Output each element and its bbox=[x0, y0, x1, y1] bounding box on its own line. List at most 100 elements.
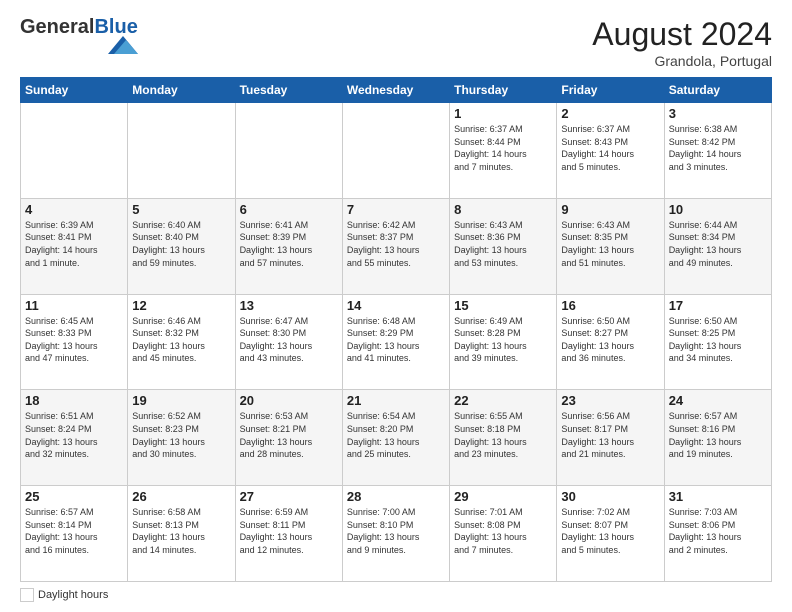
weekday-header-tuesday: Tuesday bbox=[235, 78, 342, 103]
calendar-cell bbox=[21, 103, 128, 199]
day-number: 28 bbox=[347, 489, 445, 504]
location: Grandola, Portugal bbox=[592, 53, 772, 69]
day-number: 6 bbox=[240, 202, 338, 217]
week-row-4: 18Sunrise: 6:51 AMSunset: 8:24 PMDayligh… bbox=[21, 390, 772, 486]
calendar-cell: 20 Sunrise: 6:53 AMSunset: 8:21 PMDayligh… bbox=[235, 390, 342, 486]
weekday-header-sunday: Sunday bbox=[21, 78, 128, 103]
week-row-2: 4 Sunrise: 6:39 AMSunset: 8:41 PMDaylight… bbox=[21, 198, 772, 294]
calendar-cell bbox=[128, 103, 235, 199]
day-number: 5 bbox=[132, 202, 230, 217]
day-number: 9 bbox=[561, 202, 659, 217]
legend-white-box bbox=[20, 588, 34, 602]
weekday-header-monday: Monday bbox=[128, 78, 235, 103]
calendar-cell: 10Sunrise: 6:44 AMSunset: 8:34 PMDayligh… bbox=[664, 198, 771, 294]
calendar-cell: 5 Sunrise: 6:40 AMSunset: 8:40 PMDaylight… bbox=[128, 198, 235, 294]
day-number: 2 bbox=[561, 106, 659, 121]
day-info: Sunrise: 7:00 AMSunset: 8:10 PMDaylight:… bbox=[347, 506, 445, 556]
day-info: Sunrise: 6:54 AMSunset: 8:20 PMDaylight:… bbox=[347, 410, 445, 460]
calendar-cell: 17Sunrise: 6:50 AMSunset: 8:25 PMDayligh… bbox=[664, 294, 771, 390]
day-info: Sunrise: 6:37 AMSunset: 8:44 PMDaylight:… bbox=[454, 123, 552, 173]
legend: Daylight hours bbox=[20, 588, 772, 602]
day-number: 16 bbox=[561, 298, 659, 313]
calendar-cell: 12Sunrise: 6:46 AMSunset: 8:32 PMDayligh… bbox=[128, 294, 235, 390]
day-number: 4 bbox=[25, 202, 123, 217]
day-number: 27 bbox=[240, 489, 338, 504]
calendar-cell: 11Sunrise: 6:45 AMSunset: 8:33 PMDayligh… bbox=[21, 294, 128, 390]
page: GeneralBlue August 2024 Grandola, Portug… bbox=[0, 0, 792, 612]
day-info: Sunrise: 6:56 AMSunset: 8:17 PMDaylight:… bbox=[561, 410, 659, 460]
calendar-cell: 2Sunrise: 6:37 AMSunset: 8:43 PMDaylight… bbox=[557, 103, 664, 199]
calendar-cell: 8Sunrise: 6:43 AMSunset: 8:36 PMDaylight… bbox=[450, 198, 557, 294]
day-info: Sunrise: 6:53 AMSunset: 8:21 PMDaylight:… bbox=[240, 410, 338, 460]
calendar-cell: 15Sunrise: 6:49 AMSunset: 8:28 PMDayligh… bbox=[450, 294, 557, 390]
day-info: Sunrise: 6:46 AMSunset: 8:32 PMDaylight:… bbox=[132, 315, 230, 365]
calendar-cell: 9 Sunrise: 6:43 AMSunset: 8:35 PMDaylight… bbox=[557, 198, 664, 294]
day-number: 7 bbox=[347, 202, 445, 217]
day-number: 13 bbox=[240, 298, 338, 313]
calendar-cell: 28 Sunrise: 7:00 AMSunset: 8:10 PMDayligh… bbox=[342, 486, 449, 582]
week-row-1: 1 Sunrise: 6:37 AMSunset: 8:44 PMDaylight… bbox=[21, 103, 772, 199]
day-info: Sunrise: 6:55 AMSunset: 8:18 PMDaylight:… bbox=[454, 410, 552, 460]
calendar-cell: 19Sunrise: 6:52 AMSunset: 8:23 PMDayligh… bbox=[128, 390, 235, 486]
calendar-cell: 31Sunrise: 7:03 AMSunset: 8:06 PMDayligh… bbox=[664, 486, 771, 582]
calendar-cell: 14 Sunrise: 6:48 AMSunset: 8:29 PMDayligh… bbox=[342, 294, 449, 390]
month-year: August 2024 bbox=[592, 16, 772, 53]
calendar-cell: 25 Sunrise: 6:57 AMSunset: 8:14 PMDayligh… bbox=[21, 486, 128, 582]
calendar-cell: 7 Sunrise: 6:42 AMSunset: 8:37 PMDaylight… bbox=[342, 198, 449, 294]
logo-icon bbox=[108, 36, 138, 54]
day-info: Sunrise: 6:48 AMSunset: 8:29 PMDaylight:… bbox=[347, 315, 445, 365]
day-info: Sunrise: 6:50 AMSunset: 8:27 PMDaylight:… bbox=[561, 315, 659, 365]
calendar-cell: 16 Sunrise: 6:50 AMSunset: 8:27 PMDayligh… bbox=[557, 294, 664, 390]
day-number: 24 bbox=[669, 393, 767, 408]
weekday-header-row: SundayMondayTuesdayWednesdayThursdayFrid… bbox=[21, 78, 772, 103]
calendar-cell: 26 Sunrise: 6:58 AMSunset: 8:13 PMDayligh… bbox=[128, 486, 235, 582]
calendar-table: SundayMondayTuesdayWednesdayThursdayFrid… bbox=[20, 77, 772, 582]
day-number: 31 bbox=[669, 489, 767, 504]
title-area: August 2024 Grandola, Portugal bbox=[592, 16, 772, 69]
day-info: Sunrise: 6:44 AMSunset: 8:34 PMDaylight:… bbox=[669, 219, 767, 269]
day-info: Sunrise: 6:41 AMSunset: 8:39 PMDaylight:… bbox=[240, 219, 338, 269]
logo-text: GeneralBlue bbox=[20, 16, 138, 38]
calendar-cell: 4 Sunrise: 6:39 AMSunset: 8:41 PMDaylight… bbox=[21, 198, 128, 294]
calendar-cell bbox=[342, 103, 449, 199]
day-number: 15 bbox=[454, 298, 552, 313]
calendar-cell: 21 Sunrise: 6:54 AMSunset: 8:20 PMDayligh… bbox=[342, 390, 449, 486]
day-number: 3 bbox=[669, 106, 767, 121]
weekday-header-saturday: Saturday bbox=[664, 78, 771, 103]
calendar-cell: 13Sunrise: 6:47 AMSunset: 8:30 PMDayligh… bbox=[235, 294, 342, 390]
day-number: 22 bbox=[454, 393, 552, 408]
day-number: 1 bbox=[454, 106, 552, 121]
week-row-5: 25 Sunrise: 6:57 AMSunset: 8:14 PMDayligh… bbox=[21, 486, 772, 582]
day-info: Sunrise: 6:52 AMSunset: 8:23 PMDaylight:… bbox=[132, 410, 230, 460]
weekday-header-wednesday: Wednesday bbox=[342, 78, 449, 103]
logo-blue: Blue bbox=[94, 16, 137, 38]
day-number: 14 bbox=[347, 298, 445, 313]
day-info: Sunrise: 6:40 AMSunset: 8:40 PMDaylight:… bbox=[132, 219, 230, 269]
day-number: 26 bbox=[132, 489, 230, 504]
day-number: 18 bbox=[25, 393, 123, 408]
day-number: 21 bbox=[347, 393, 445, 408]
calendar-cell: 18Sunrise: 6:51 AMSunset: 8:24 PMDayligh… bbox=[21, 390, 128, 486]
calendar-cell: 30Sunrise: 7:02 AMSunset: 8:07 PMDayligh… bbox=[557, 486, 664, 582]
day-info: Sunrise: 6:59 AMSunset: 8:11 PMDaylight:… bbox=[240, 506, 338, 556]
day-info: Sunrise: 7:01 AMSunset: 8:08 PMDaylight:… bbox=[454, 506, 552, 556]
day-info: Sunrise: 6:58 AMSunset: 8:13 PMDaylight:… bbox=[132, 506, 230, 556]
weekday-header-thursday: Thursday bbox=[450, 78, 557, 103]
day-info: Sunrise: 6:45 AMSunset: 8:33 PMDaylight:… bbox=[25, 315, 123, 365]
day-info: Sunrise: 6:43 AMSunset: 8:35 PMDaylight:… bbox=[561, 219, 659, 269]
day-number: 25 bbox=[25, 489, 123, 504]
calendar-cell: 23 Sunrise: 6:56 AMSunset: 8:17 PMDayligh… bbox=[557, 390, 664, 486]
day-number: 20 bbox=[240, 393, 338, 408]
day-info: Sunrise: 6:57 AMSunset: 8:14 PMDaylight:… bbox=[25, 506, 123, 556]
day-info: Sunrise: 6:39 AMSunset: 8:41 PMDaylight:… bbox=[25, 219, 123, 269]
calendar-cell: 6 Sunrise: 6:41 AMSunset: 8:39 PMDaylight… bbox=[235, 198, 342, 294]
calendar-cell: 3 Sunrise: 6:38 AMSunset: 8:42 PMDaylight… bbox=[664, 103, 771, 199]
day-number: 23 bbox=[561, 393, 659, 408]
day-info: Sunrise: 6:42 AMSunset: 8:37 PMDaylight:… bbox=[347, 219, 445, 269]
week-row-3: 11Sunrise: 6:45 AMSunset: 8:33 PMDayligh… bbox=[21, 294, 772, 390]
calendar-cell: 29Sunrise: 7:01 AMSunset: 8:08 PMDayligh… bbox=[450, 486, 557, 582]
day-info: Sunrise: 7:02 AMSunset: 8:07 PMDaylight:… bbox=[561, 506, 659, 556]
calendar-cell: 22 Sunrise: 6:55 AMSunset: 8:18 PMDayligh… bbox=[450, 390, 557, 486]
day-info: Sunrise: 6:38 AMSunset: 8:42 PMDaylight:… bbox=[669, 123, 767, 173]
calendar-cell: 24Sunrise: 6:57 AMSunset: 8:16 PMDayligh… bbox=[664, 390, 771, 486]
